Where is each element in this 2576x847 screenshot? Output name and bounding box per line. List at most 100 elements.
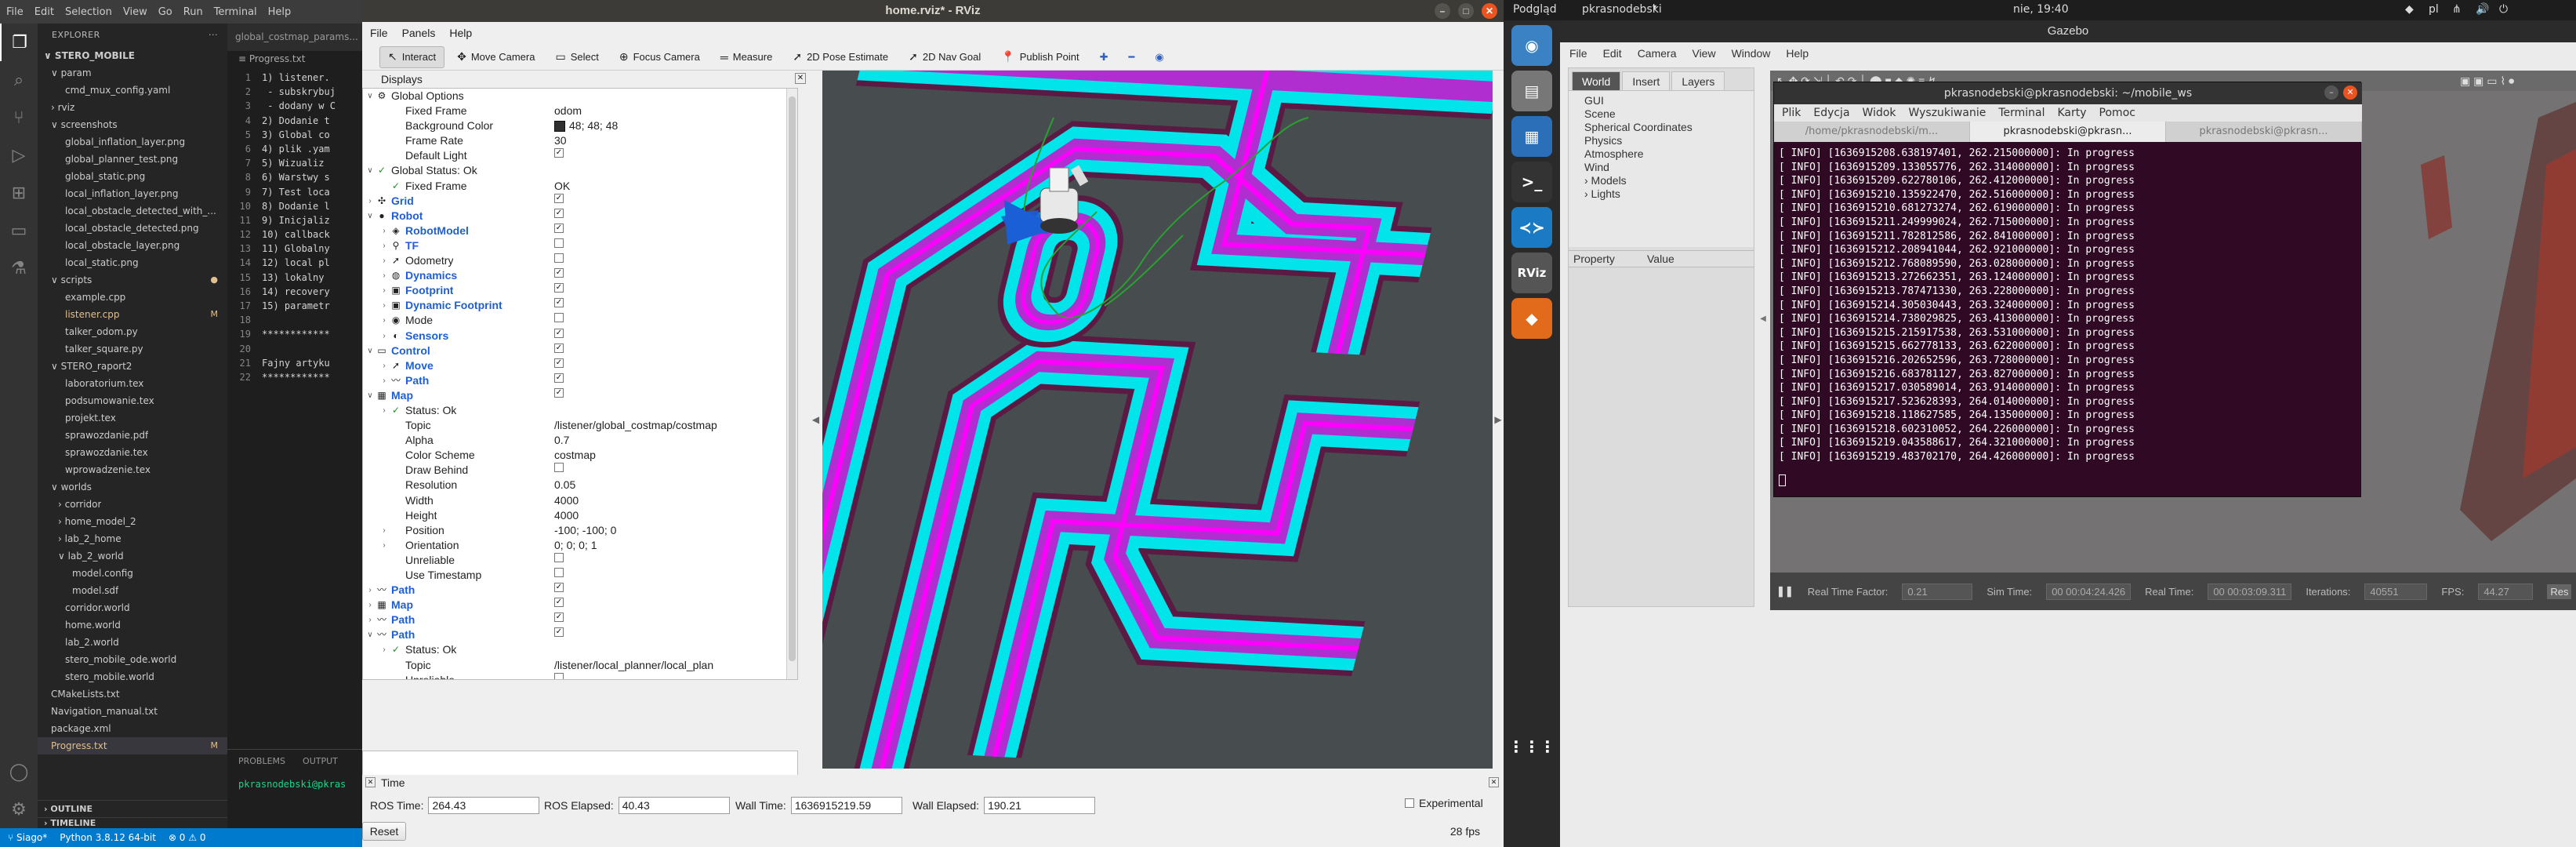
display-checkbox[interactable]: ✓ bbox=[554, 298, 564, 308]
display-value-cell[interactable]: ✓ bbox=[554, 373, 564, 383]
panel-close-icon[interactable]: ✕ bbox=[795, 73, 806, 84]
file-tree-item[interactable]: global_planner_test.png bbox=[38, 151, 227, 168]
display-value-cell[interactable]: 0; 0; 0; 1 bbox=[554, 538, 597, 553]
display-row[interactable]: Topic/listener/global_costmap/costmap bbox=[363, 418, 786, 433]
time-panel-float-icon[interactable]: ✕ bbox=[1489, 777, 1499, 787]
git-branch[interactable]: ⑂ Siago* bbox=[8, 832, 47, 843]
file-tree-item[interactable]: example.cpp bbox=[38, 289, 227, 306]
menu-run[interactable]: Run bbox=[183, 6, 203, 18]
display-value-cell[interactable]: ✓ bbox=[554, 223, 564, 233]
display-row[interactable]: Use Timestamp bbox=[363, 568, 786, 583]
wall-elapsed-field[interactable]: 190.21 bbox=[984, 797, 1096, 814]
file-tree-item[interactable]: talker_odom.py bbox=[38, 323, 227, 340]
remove-tool-icon[interactable]: ━ bbox=[1121, 46, 1143, 68]
display-checkbox[interactable]: ✓ bbox=[554, 373, 564, 383]
file-tree-item[interactable]: global_inflation_layer.png bbox=[38, 133, 227, 151]
display-row[interactable]: › ⚲ TF bbox=[363, 238, 786, 253]
menu-help[interactable]: Help bbox=[268, 6, 292, 18]
gazebo-tree-item[interactable]: GUI bbox=[1584, 94, 1754, 107]
gazebo-tree-item[interactable]: Physics bbox=[1584, 134, 1754, 147]
panel-tab[interactable]: OUTPUT bbox=[303, 756, 338, 766]
file-tree-item[interactable]: listener.cpp M bbox=[38, 306, 227, 323]
dock-files-icon[interactable]: ▤ bbox=[1511, 71, 1552, 111]
display-checkbox[interactable] bbox=[554, 463, 564, 473]
file-tree-item[interactable]: podsumowanie.tex bbox=[38, 392, 227, 409]
display-row[interactable]: Color Scheme costmap bbox=[363, 448, 786, 463]
expand-arrow-icon[interactable]: ∨ bbox=[365, 388, 376, 403]
terminal-menu-item[interactable]: Terminal bbox=[1998, 107, 2044, 119]
terminal-minimize-icon[interactable]: – bbox=[2324, 85, 2338, 100]
rviz-3d-view[interactable] bbox=[822, 71, 1493, 769]
app-menu[interactable]: pkrasnodebski bbox=[1582, 3, 1662, 16]
collapse-right-icon[interactable]: ▶ bbox=[1493, 71, 1504, 769]
remote-explorer-icon[interactable]: ▭ bbox=[0, 212, 38, 249]
display-value-cell[interactable]: ✓ bbox=[554, 268, 564, 278]
expand-arrow-icon[interactable]: › bbox=[379, 358, 390, 373]
display-row[interactable]: ✓ Fixed Frame OK bbox=[363, 179, 786, 194]
file-tree-item[interactable]: home.world bbox=[38, 616, 227, 634]
file-tree-item[interactable]: wprowadzenie.tex bbox=[38, 461, 227, 478]
dock-terminal-icon[interactable]: >_ bbox=[1511, 162, 1552, 202]
code-editor[interactable]: 1 1) listener. 2 - subskrybuj 3 - dodany w … bbox=[227, 71, 362, 431]
display-row[interactable]: Draw Behind bbox=[363, 463, 786, 478]
settings-gear-icon[interactable]: ⚙ bbox=[0, 791, 38, 828]
display-value-cell[interactable]: ✓ bbox=[554, 627, 564, 638]
file-tree-item[interactable]: › home_model_2 bbox=[38, 513, 227, 530]
explorer-more-icon[interactable]: ··· bbox=[209, 24, 218, 47]
display-checkbox[interactable]: ✓ bbox=[554, 627, 564, 638]
file-tree-item[interactable]: global_static.png bbox=[38, 168, 227, 185]
scrollbar-thumb[interactable] bbox=[789, 96, 796, 661]
app-menu-arrow-icon[interactable]: ▾ bbox=[1653, 3, 1656, 12]
display-row[interactable]: › ▦ Map ✓ bbox=[363, 598, 786, 613]
gazebo-reset-button[interactable]: Res bbox=[2547, 583, 2572, 599]
select-tool[interactable]: ▭ Select bbox=[547, 46, 606, 68]
display-value-cell[interactable]: odom bbox=[554, 104, 582, 118]
file-tree-item[interactable]: model.sdf bbox=[38, 582, 227, 599]
dock-writer-icon[interactable]: ▦ bbox=[1511, 116, 1552, 157]
network-icon[interactable]: ⋔ bbox=[2452, 3, 2462, 16]
dropbox-icon[interactable]: ◆ bbox=[2405, 3, 2414, 16]
gazebo-menu-camera[interactable]: Camera bbox=[1638, 47, 1677, 60]
display-row[interactable]: › ➚ Odometry bbox=[363, 253, 786, 268]
file-tree-item[interactable]: stero_mobile.world bbox=[38, 668, 227, 685]
measure-tool[interactable]: ═ Measure bbox=[713, 46, 781, 68]
display-value-cell[interactable]: /listener/global_costmap/costmap bbox=[554, 418, 717, 433]
display-value-cell[interactable] bbox=[554, 568, 564, 577]
terminal-tab[interactable]: /home/pkrasnodebski/m... bbox=[1774, 122, 1970, 142]
dock-vscode-icon[interactable]: ≺≻ bbox=[1511, 207, 1552, 248]
expand-arrow-icon[interactable]: › bbox=[379, 523, 390, 538]
reset-button[interactable]: Reset bbox=[362, 822, 406, 841]
display-checkbox[interactable]: ✓ bbox=[554, 328, 564, 338]
ros-elapsed-field[interactable]: 40.43 bbox=[618, 797, 730, 814]
display-checkbox[interactable]: ✓ bbox=[554, 387, 564, 398]
explorer-icon[interactable]: ❐ bbox=[0, 24, 38, 61]
time-panel-close-icon[interactable]: ✕ bbox=[365, 777, 376, 787]
file-tree-item[interactable]: ∨ STERO_raport2 bbox=[38, 358, 227, 375]
close-icon[interactable]: ✕ bbox=[1482, 3, 1497, 19]
display-row[interactable]: Resolution 0.05 bbox=[363, 478, 786, 493]
terminal-tab[interactable]: pkrasnodebski@pkrasn... bbox=[2166, 122, 2362, 142]
terminal-menu-item[interactable]: Wyszukiwanie bbox=[1909, 107, 1986, 119]
file-tree-item[interactable]: sprawozdanie.pdf bbox=[38, 427, 227, 444]
display-checkbox[interactable]: ✓ bbox=[554, 343, 564, 353]
dock-apps-icon[interactable]: ⋮⋮⋮ bbox=[1508, 726, 1555, 767]
display-checkbox[interactable]: ✓ bbox=[554, 283, 564, 293]
language-indicator[interactable]: pl bbox=[2429, 3, 2439, 16]
display-checkbox[interactable]: ✓ bbox=[554, 268, 564, 278]
expand-arrow-icon[interactable]: › bbox=[379, 538, 390, 553]
file-tree-item[interactable]: sprawozdanie.tex bbox=[38, 444, 227, 461]
panel-collapse-icon[interactable]: ◀ bbox=[1756, 67, 1770, 569]
experimental-checkbox[interactable] bbox=[1405, 798, 1414, 808]
display-row[interactable]: › ✣ Grid ✓ bbox=[363, 193, 786, 209]
editor-tab[interactable]: global_costmap_params... bbox=[227, 24, 367, 51]
display-value-cell[interactable]: ✓ bbox=[554, 358, 564, 368]
display-value-cell[interactable]: OK bbox=[554, 179, 570, 194]
file-tree-item[interactable]: model.config bbox=[38, 565, 227, 582]
display-row[interactable]: Unreliable bbox=[363, 552, 786, 568]
terminal-output[interactable]: [ INFO] [1636915208.638197401, 262.21500… bbox=[1779, 147, 2351, 492]
display-row[interactable]: › ➚ Move ✓ bbox=[363, 358, 786, 373]
problems-count[interactable]: ⊗ 0 ⚠ 0 bbox=[169, 832, 206, 843]
file-tree-item[interactable]: local_obstacle_detected_with_... bbox=[38, 202, 227, 220]
display-row[interactable]: › Position -100; -100; 0 bbox=[363, 523, 786, 538]
display-value-cell[interactable]: ✓ bbox=[554, 613, 564, 623]
